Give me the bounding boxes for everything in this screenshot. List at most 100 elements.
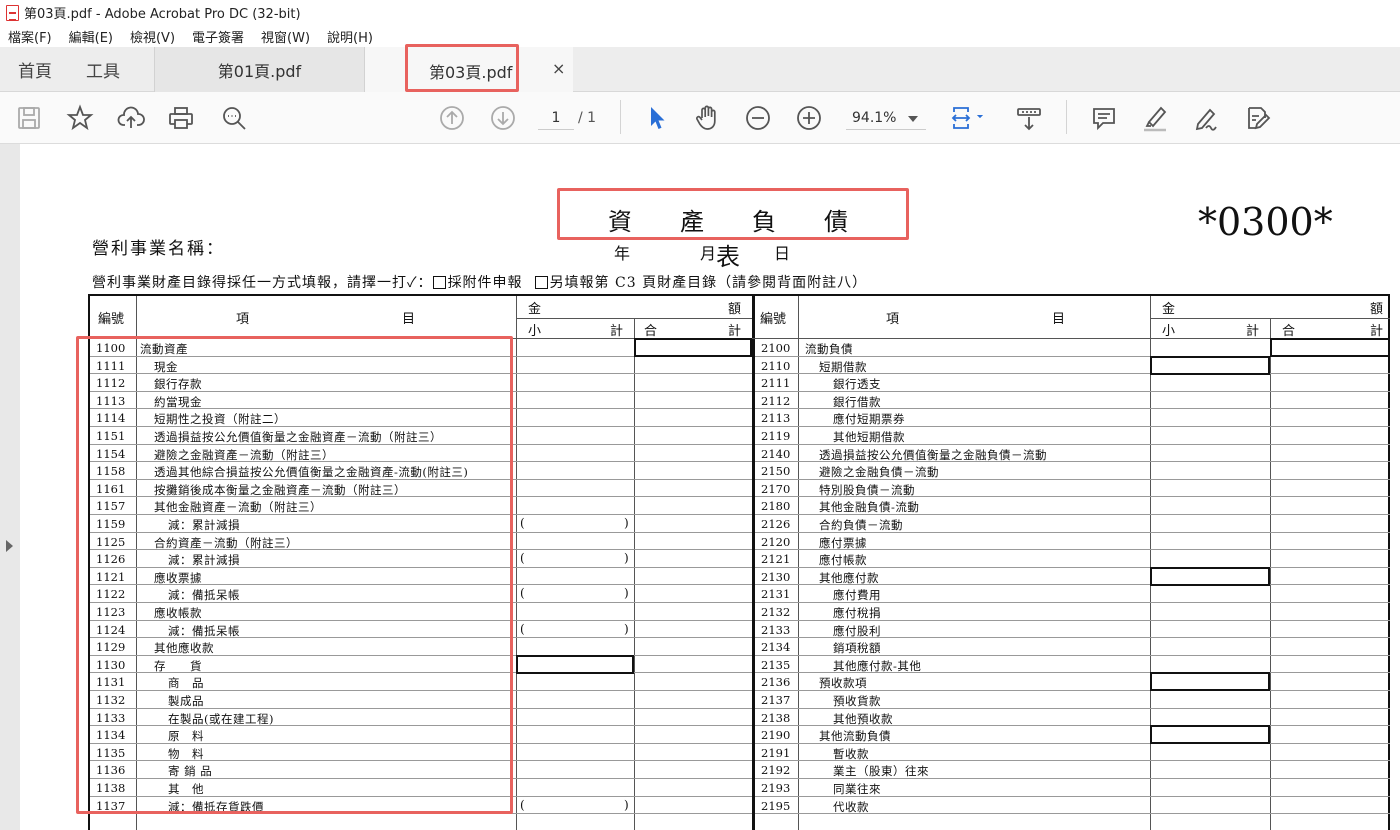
amount-input-box[interactable]: [1150, 566, 1270, 586]
amount-input-box[interactable]: [1150, 725, 1270, 745]
paren-right: ): [624, 621, 629, 636]
row-item-name: 應付股利: [833, 623, 881, 638]
paren-right: ): [624, 586, 629, 601]
table-row: 2120 應付票據: [755, 533, 1390, 551]
row-item-name: 流動負債: [805, 342, 853, 356]
row-item-name: 其他應付款: [819, 570, 879, 585]
comment-icon[interactable]: [1090, 104, 1118, 132]
scroll-mode-icon[interactable]: [1015, 104, 1043, 132]
table-row: 2130 其他應付款: [755, 566, 1390, 586]
row-code: 2192: [761, 763, 791, 778]
select-cursor-icon[interactable]: [643, 104, 671, 132]
paren-right: ): [624, 797, 629, 812]
row-item-name: 業主（股東）往來: [833, 764, 929, 779]
note-prefix: 營利事業財產目錄得採任一方式填報，請擇一打✓：: [92, 275, 433, 291]
toolbar: 1 / 1 94.1%: [0, 92, 1400, 144]
row-item-name: 其他應付款-其他: [833, 658, 922, 673]
tab-tools[interactable]: 工具: [86, 57, 120, 82]
amount-input-box[interactable]: [1270, 338, 1390, 357]
row-code: 2130: [761, 569, 791, 584]
header-subtotal-end: 計: [1246, 324, 1260, 339]
row-code: 2126: [761, 517, 791, 531]
row-code: 2120: [761, 534, 791, 549]
row-code: 2190: [761, 728, 791, 743]
highlight-annotation-tab: [405, 44, 519, 92]
header-item: 項: [236, 312, 250, 327]
hand-tool-icon[interactable]: [693, 104, 721, 132]
row-item-name: 合約負債－流動: [819, 518, 903, 532]
page-total: / 1: [578, 110, 597, 126]
zoom-out-icon[interactable]: [744, 104, 772, 132]
table-row: 2193 同業往來: [755, 779, 1390, 797]
row-item-name: 透過損益按公允價值衡量之金融負債－流動: [819, 447, 1047, 462]
row-item-name: 代收款: [833, 799, 869, 814]
zoom-search-icon[interactable]: [220, 104, 248, 132]
row-code: 2100: [761, 341, 791, 355]
table-row: 2140 透過損益按公允價值衡量之金融負債－流動: [755, 445, 1390, 463]
menu-view[interactable]: 檢視(V): [130, 27, 175, 46]
table-row: 2150 避險之金融負債－流動: [755, 462, 1390, 480]
amount-input-box[interactable]: [1150, 355, 1270, 375]
table-row: 2190 其他流動負債: [755, 725, 1390, 745]
row-item-name: 應付帳款: [819, 553, 867, 568]
table-row: 2136 預收款項: [755, 672, 1390, 692]
page-number-input[interactable]: 1: [538, 106, 574, 130]
paren-left: (: [520, 516, 525, 530]
menu-help[interactable]: 說明(H): [327, 27, 373, 46]
checkbox-c3-page[interactable]: [534, 276, 548, 289]
next-page-icon[interactable]: [489, 104, 517, 132]
cloud-upload-icon[interactable]: [117, 104, 145, 132]
row-code: 2132: [761, 605, 791, 619]
checkbox-attachment[interactable]: [432, 276, 446, 289]
row-item-name: 預收款項: [819, 676, 867, 691]
table-row: 2134 銷項稅額: [755, 638, 1390, 656]
tab-home[interactable]: 首頁: [18, 57, 52, 82]
star-icon[interactable]: [66, 104, 94, 132]
chevron-down-icon[interactable]: [908, 116, 918, 122]
row-item-name: 銀行透支: [833, 377, 881, 392]
row-code: 2170: [761, 481, 791, 496]
previous-page-icon[interactable]: [438, 104, 466, 132]
tab-document-page01[interactable]: 第01頁.pdf: [155, 47, 365, 92]
row-item-name: 應付票據: [819, 535, 867, 550]
highlight-pen-icon[interactable]: [1141, 104, 1169, 132]
amount-input-box[interactable]: [1150, 672, 1270, 692]
row-item-name: 預收貨款: [833, 694, 881, 708]
amount-input-box[interactable]: [516, 654, 634, 674]
table-row: 2192 業主（股東）往來: [755, 761, 1390, 779]
table-row: 2100 流動負債: [755, 338, 1390, 357]
edit-pdf-icon[interactable]: [1243, 104, 1271, 132]
menu-edit[interactable]: 編輯(E): [69, 27, 113, 46]
menu-sign[interactable]: 電子簽署: [192, 27, 244, 46]
table-row: 2195 代收款: [755, 797, 1390, 815]
row-item-name: 避險之金融負債－流動: [819, 465, 939, 480]
row-code: 2133: [761, 622, 791, 637]
row-code: 2191: [761, 745, 791, 760]
row-code: 2135: [761, 657, 791, 672]
fit-page-icon[interactable]: [950, 104, 983, 132]
print-icon[interactable]: [167, 104, 195, 132]
close-tab-icon[interactable]: ×: [552, 59, 565, 78]
header-item-end: 目: [1052, 312, 1066, 327]
expand-panel-arrow-icon[interactable]: [6, 540, 13, 552]
header-amount-end: 額: [728, 302, 742, 317]
header-total: 合: [644, 324, 658, 339]
row-item-name: 短期借款: [819, 359, 867, 374]
table-row: 2110 短期借款: [755, 355, 1390, 375]
day-label: 日: [774, 244, 791, 263]
amount-input-box[interactable]: [634, 338, 752, 357]
zoom-in-icon[interactable]: [795, 104, 823, 132]
row-code: 2111: [761, 376, 791, 391]
row-code: 2195: [761, 798, 791, 813]
save-icon[interactable]: [15, 104, 43, 132]
paren-left: (: [520, 797, 525, 812]
row-item-name: 銷項稅額: [833, 641, 881, 656]
menu-file[interactable]: 檔案(F): [8, 27, 52, 46]
left-panel-collapsed[interactable]: [0, 144, 20, 830]
menu-window[interactable]: 視窗(W): [261, 27, 310, 46]
paren-left: (: [520, 551, 525, 566]
highlight-annotation-left-column: [76, 336, 513, 814]
header-item: 項: [886, 312, 900, 327]
sign-icon[interactable]: [1192, 104, 1220, 132]
row-code: 2131: [761, 587, 791, 602]
